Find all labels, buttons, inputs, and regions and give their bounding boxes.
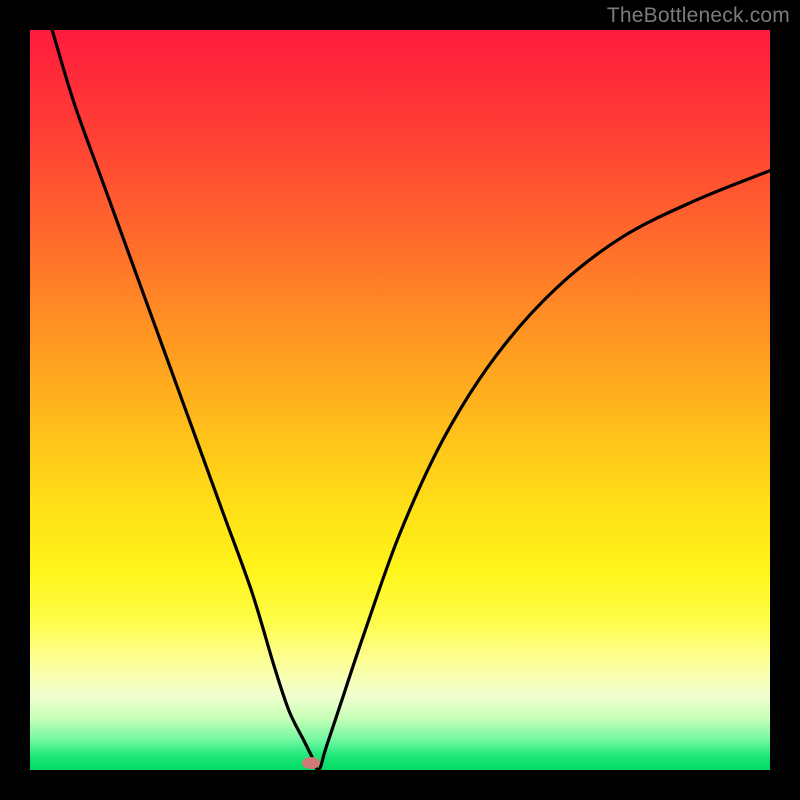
- curve-layer: [30, 30, 770, 770]
- bottleneck-curve-path: [52, 30, 770, 770]
- plot-area: [30, 30, 770, 770]
- watermark-text: TheBottleneck.com: [607, 4, 790, 28]
- outer-frame: TheBottleneck.com: [0, 0, 800, 800]
- minimum-marker: [302, 757, 320, 769]
